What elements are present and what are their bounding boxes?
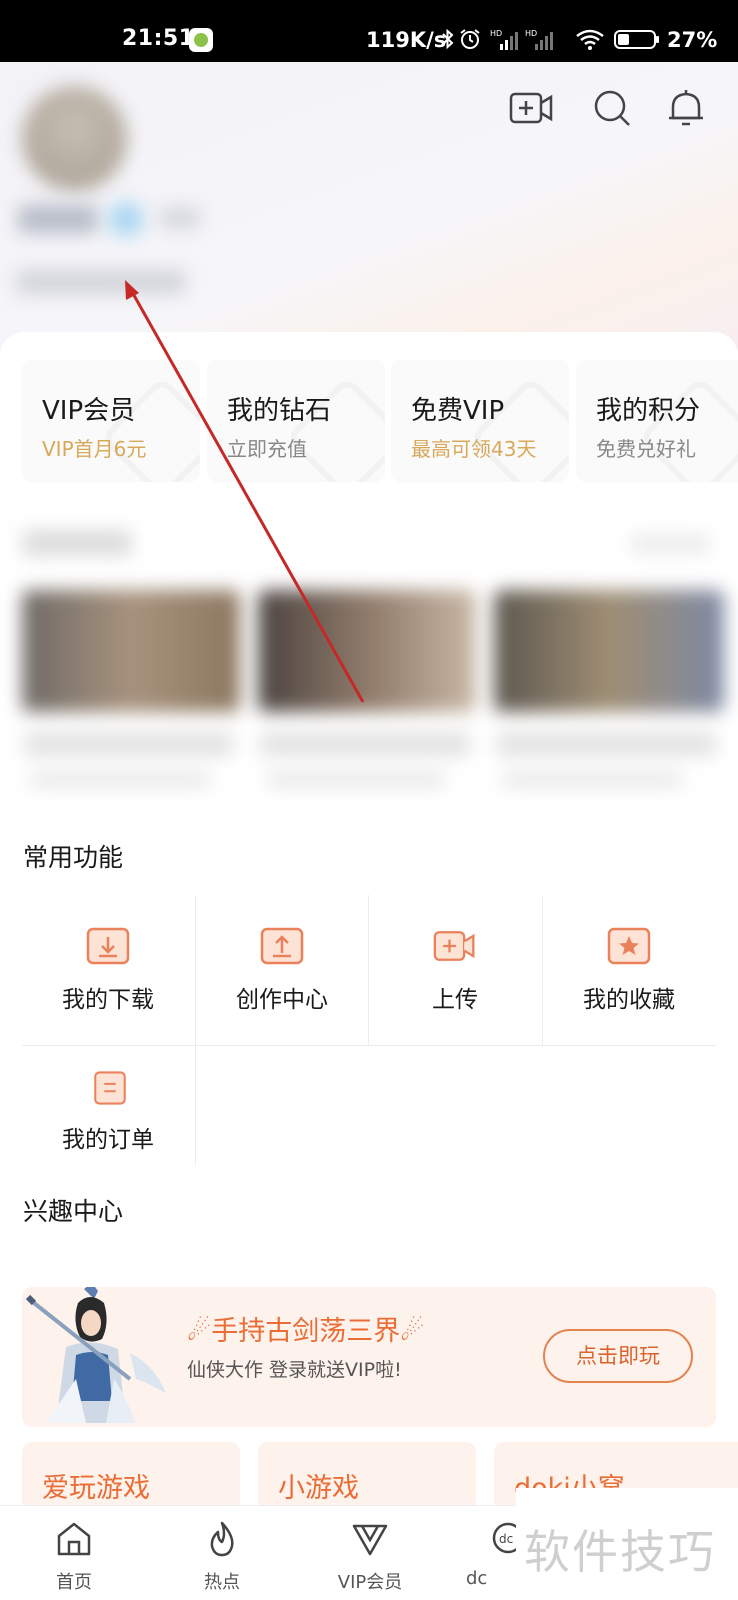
header-actions [0, 86, 738, 134]
interest-card-mini-games[interactable]: 小游戏 [258, 1442, 476, 1512]
nav-label: dc [466, 1568, 488, 1589]
game-banner-title: ☄手持古剑荡三界☄ [187, 1309, 424, 1348]
section-title-interest-center: 兴趣中心 [23, 1197, 124, 1226]
sword-decoration-icon: ☄ [187, 1316, 212, 1347]
nav-label: VIP会员 [337, 1572, 403, 1593]
vip-card-title: 我的钻石 [227, 396, 332, 426]
bluetooth-icon [442, 28, 454, 50]
follow-stats[interactable] [16, 270, 186, 294]
grid-divider [195, 1045, 196, 1165]
vip-card-subtitle: 免费兑好礼 [596, 437, 696, 461]
history-meta [502, 770, 682, 788]
alarm-icon [460, 29, 480, 49]
vip-card-title: VIP会员 [42, 396, 136, 426]
home-icon [57, 1522, 91, 1556]
status-time: 21:51 [122, 26, 195, 51]
history-caption [496, 732, 716, 756]
nav-label: 热点 [204, 1572, 240, 1593]
svg-text:dc: dc [499, 1532, 513, 1546]
search-icon[interactable] [590, 86, 634, 130]
play-now-button[interactable]: 点击即玩 [543, 1329, 693, 1383]
history-thumbnail[interactable] [22, 590, 240, 712]
nav-hot[interactable]: 热点 [148, 1506, 296, 1600]
user-badge [108, 202, 144, 236]
vip-card-subtitle: 立即充值 [227, 437, 307, 461]
function-my-favorites[interactable]: 我的收藏 [543, 900, 715, 1038]
site-watermark: 软件技巧 [524, 1525, 716, 1579]
function-label: 创作中心 [236, 987, 328, 1013]
vip-card-free-vip[interactable]: 免费VIP 最高可领43天 [391, 360, 569, 482]
history-title [22, 530, 132, 556]
download-icon [86, 927, 130, 965]
function-my-orders[interactable]: 我的订单 [22, 1040, 194, 1178]
nav-vip[interactable]: VIP会员 [296, 1506, 444, 1600]
network-speed: 119K/s [366, 28, 447, 52]
upload-icon [260, 927, 304, 965]
bell-icon[interactable] [664, 86, 708, 130]
history-caption [260, 732, 470, 756]
vip-card-subtitle: VIP首月6元 [42, 437, 147, 461]
app-notification-icon [189, 28, 213, 52]
nav-label: 首页 [56, 1572, 92, 1593]
sword-decoration-icon: ☄ [400, 1316, 425, 1347]
function-label: 上传 [432, 987, 478, 1013]
history-meta [30, 770, 210, 788]
username[interactable] [18, 205, 98, 233]
interest-card-games[interactable]: 爱玩游戏 [22, 1442, 240, 1512]
function-label: 我的收藏 [583, 987, 675, 1013]
video-add-icon [433, 931, 475, 961]
vip-card-title: 我的积分 [596, 396, 701, 426]
interest-card-label: 爱玩游戏 [42, 1473, 150, 1504]
interest-card-label: 小游戏 [278, 1473, 359, 1504]
doki-icon: dc [492, 1522, 516, 1554]
vip-icon [352, 1524, 388, 1556]
game-character-illustration [26, 1287, 166, 1423]
wifi-icon [576, 29, 604, 50]
star-favorite-icon [607, 927, 651, 965]
video-camera-icon[interactable] [509, 86, 553, 130]
vip-card-subtitle: 最高可领43天 [411, 437, 537, 461]
svg-text:HD: HD [490, 29, 502, 38]
game-banner-title-text: 手持古剑荡三界 [211, 1316, 401, 1347]
order-icon [94, 1071, 126, 1105]
flame-icon [210, 1521, 234, 1557]
status-bar: 21:51 119K/s HD HD 27% [0, 0, 738, 62]
function-my-downloads[interactable]: 我的下载 [22, 900, 194, 1038]
function-label: 我的订单 [62, 1127, 154, 1153]
game-banner[interactable]: ☄手持古剑荡三界☄ 仙侠大作 登录就送VIP啦! 点击即玩 [22, 1287, 716, 1427]
history-more[interactable] [630, 534, 710, 554]
function-upload[interactable]: 上传 [369, 900, 541, 1038]
history-meta [266, 770, 446, 788]
hd-signal-icon: HD [525, 29, 553, 50]
function-label: 我的下载 [62, 987, 154, 1013]
vip-card-diamond[interactable]: 我的钻石 立即充值 [207, 360, 385, 482]
history-caption [24, 732, 234, 756]
battery-icon [614, 30, 659, 49]
vip-card-points[interactable]: 我的积分 免费兑好礼 [576, 360, 738, 482]
nav-home[interactable]: 首页 [0, 1506, 148, 1600]
section-title-common-functions: 常用功能 [23, 843, 124, 872]
game-banner-subtitle: 仙侠大作 登录就送VIP啦! [187, 1359, 402, 1381]
history-thumbnail[interactable] [494, 590, 724, 712]
function-creator-center[interactable]: 创作中心 [196, 900, 368, 1038]
nav-doki[interactable]: dc dc [444, 1506, 516, 1600]
battery-percent: 27% [667, 28, 718, 52]
user-badge-secondary [160, 207, 200, 229]
vip-card-title: 免费VIP [411, 396, 505, 426]
history-thumbnail[interactable] [258, 590, 476, 712]
svg-text:HD: HD [525, 29, 537, 38]
vip-card-membership[interactable]: VIP会员 VIP首月6元 [22, 360, 200, 482]
hd-signal-icon: HD [490, 29, 518, 50]
